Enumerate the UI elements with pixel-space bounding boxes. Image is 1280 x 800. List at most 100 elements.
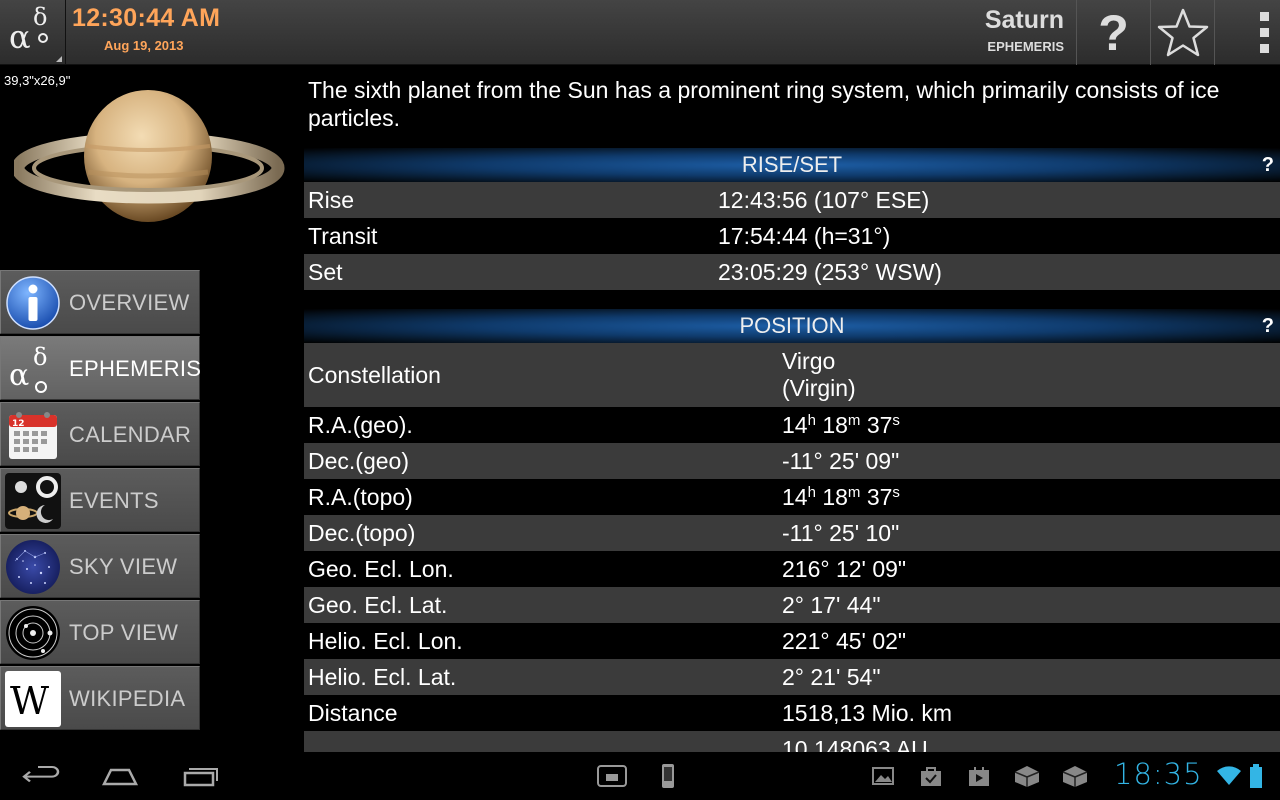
rise-set-help-icon[interactable]: ? — [1262, 148, 1274, 182]
nav-item-events[interactable]: EVENTS — [0, 468, 200, 532]
nav-item-ephemeris[interactable]: α δ EPHEMERIS — [0, 336, 201, 400]
svg-text:δ: δ — [33, 343, 47, 371]
section-header-position: POSITION ? — [304, 309, 1280, 343]
row-key: Constellation — [308, 361, 441, 388]
table-row: Constellation Virgo (Virgin) — [304, 343, 1280, 407]
row-value: 2° 21' 54" — [782, 663, 881, 690]
row-value: -11° 25' 09" — [782, 447, 900, 474]
table-row: Helio. Ecl. Lon. 221° 45' 02" — [304, 623, 1280, 659]
table-row: R.A.(topo) 14h 18m 37s — [304, 479, 1280, 515]
recent-apps-button[interactable] — [170, 752, 230, 800]
table-row: 10,148063 AU — [304, 731, 1280, 752]
table-row: Geo. Ecl. Lat. 2° 17' 44" — [304, 587, 1280, 623]
package-icon — [1014, 766, 1040, 787]
view-subtitle: EPHEMERIS — [987, 39, 1064, 54]
system-navigation-bar — [0, 752, 1280, 800]
home-button[interactable] — [90, 752, 150, 800]
notification-update-2[interactable] — [1058, 752, 1092, 800]
nav-label-sky-view: SKY VIEW — [69, 554, 178, 579]
star-icon — [1157, 8, 1208, 56]
wifi-status — [1214, 752, 1244, 800]
app-home-icon[interactable]: α δ — [0, 0, 66, 65]
table-row: Dec.(topo) -11° 25' 10" — [304, 515, 1280, 551]
info-icon — [6, 276, 60, 330]
notification-download[interactable] — [916, 752, 946, 800]
nav-item-top-view[interactable]: TOP VIEW — [0, 600, 200, 664]
overflow-dots-icon — [1260, 12, 1269, 53]
object-name: Saturn — [984, 6, 1064, 34]
row-key: Helio. Ecl. Lat. — [308, 663, 457, 690]
table-row: Helio. Ecl. Lat. 2° 21' 54" — [304, 659, 1280, 695]
battery-status — [1246, 752, 1266, 800]
calendar-icon: 12 — [9, 412, 57, 459]
constellation-meaning: (Virgin) — [782, 375, 856, 401]
nav-label-wikipedia: WIKIPEDIA — [69, 686, 186, 711]
current-time: 12:30:44 AM — [72, 4, 221, 32]
row-key: Dec.(topo) — [308, 519, 416, 546]
row-value: Virgo (Virgin) — [782, 348, 856, 402]
row-value: 10,148063 AU — [782, 735, 928, 753]
phone-icon — [662, 764, 674, 788]
table-row: Dec.(geo) -11° 25' 09" — [304, 443, 1280, 479]
row-value: 14h 18m 37s — [782, 483, 900, 510]
section-header-rise-set: RISE/SET ? — [304, 148, 1280, 182]
row-key: Transit — [308, 222, 378, 249]
section-title-position: POSITION — [739, 313, 845, 338]
image-icon — [872, 767, 894, 785]
row-key: R.A.(topo) — [308, 483, 413, 510]
row-value: 2° 17' 44" — [782, 591, 881, 618]
row-value: 221° 45' 02" — [782, 627, 907, 654]
table-row: Rise 12:43:56 (107° ESE) — [304, 182, 1280, 218]
table-row: Distance 1518,13 Mio. km — [304, 695, 1280, 731]
row-key: Dec.(geo) — [308, 447, 409, 474]
row-value: 17:54:44 (h=31°) — [718, 222, 891, 249]
object-description: The sixth planet from the Sun has a prom… — [308, 77, 1220, 131]
row-key: Geo. Ecl. Lat. — [308, 591, 448, 618]
nav-label-top-view: TOP VIEW — [69, 620, 179, 645]
phone-status — [650, 752, 686, 800]
row-value: 216° 12' 09" — [782, 555, 907, 582]
date-time-selector[interactable]: 12:30:44 AM Aug 19, 2013 — [72, 4, 221, 53]
ephemeris-content[interactable]: The sixth planet from the Sun has a prom… — [304, 66, 1280, 752]
section-title-rise-set: RISE/SET — [741, 152, 843, 177]
nav-item-overview[interactable]: OVERVIEW — [0, 270, 200, 334]
saturn-image — [14, 90, 285, 222]
sky-view-icon — [6, 540, 60, 594]
row-value: 12:43:56 (107° ESE) — [718, 186, 930, 213]
overflow-menu-button[interactable] — [1214, 0, 1280, 65]
position-help-icon[interactable]: ? — [1262, 309, 1274, 343]
screenshot-button[interactable] — [590, 752, 634, 800]
nav-item-calendar[interactable]: 12 CALENDAR — [0, 402, 200, 466]
row-value: 23:05:29 (253° WSW) — [718, 258, 942, 285]
back-button[interactable] — [10, 752, 70, 800]
table-row: Set 23:05:29 (253° WSW) — [304, 254, 1280, 290]
help-button[interactable]: ? — [1076, 0, 1150, 65]
help-icon: ? — [1098, 4, 1129, 61]
row-key: Set — [308, 258, 343, 285]
nav-label-calendar: CALENDAR — [69, 422, 192, 447]
row-value: 1518,13 Mio. km — [782, 699, 953, 726]
notification-play[interactable] — [964, 752, 994, 800]
notification-gallery[interactable] — [868, 752, 898, 800]
svg-text:W: W — [10, 679, 49, 723]
window-icon — [597, 765, 627, 787]
nav-item-wikipedia[interactable]: W WIKIPEDIA — [0, 666, 200, 730]
row-key: R.A.(geo). — [308, 411, 413, 438]
events-icon — [5, 473, 61, 529]
row-value: -11° 25' 10" — [782, 519, 900, 546]
current-date: Aug 19, 2013 — [104, 38, 184, 53]
sidebar-nav: OVERVIEW α δ EPHEMERIS 12 CALENDAR EVENT… — [0, 270, 201, 732]
object-title: Saturn EPHEMERIS — [985, 0, 1064, 65]
back-icon — [22, 765, 60, 783]
svg-text:12: 12 — [12, 419, 25, 429]
nav-item-sky-view[interactable]: SKY VIEW — [0, 534, 200, 598]
row-key: Helio. Ecl. Lon. — [308, 627, 463, 654]
row-value: 14h 18m 37s — [782, 411, 900, 438]
notification-update-1[interactable] — [1010, 752, 1044, 800]
top-view-icon — [6, 606, 60, 660]
row-key: Rise — [308, 186, 355, 213]
home-icon — [101, 768, 139, 786]
favorite-button[interactable] — [1150, 0, 1214, 65]
package-icon — [1062, 766, 1088, 787]
action-bar: α δ 12:30:44 AM Aug 19, 2013 Saturn EPHE… — [0, 0, 1280, 65]
